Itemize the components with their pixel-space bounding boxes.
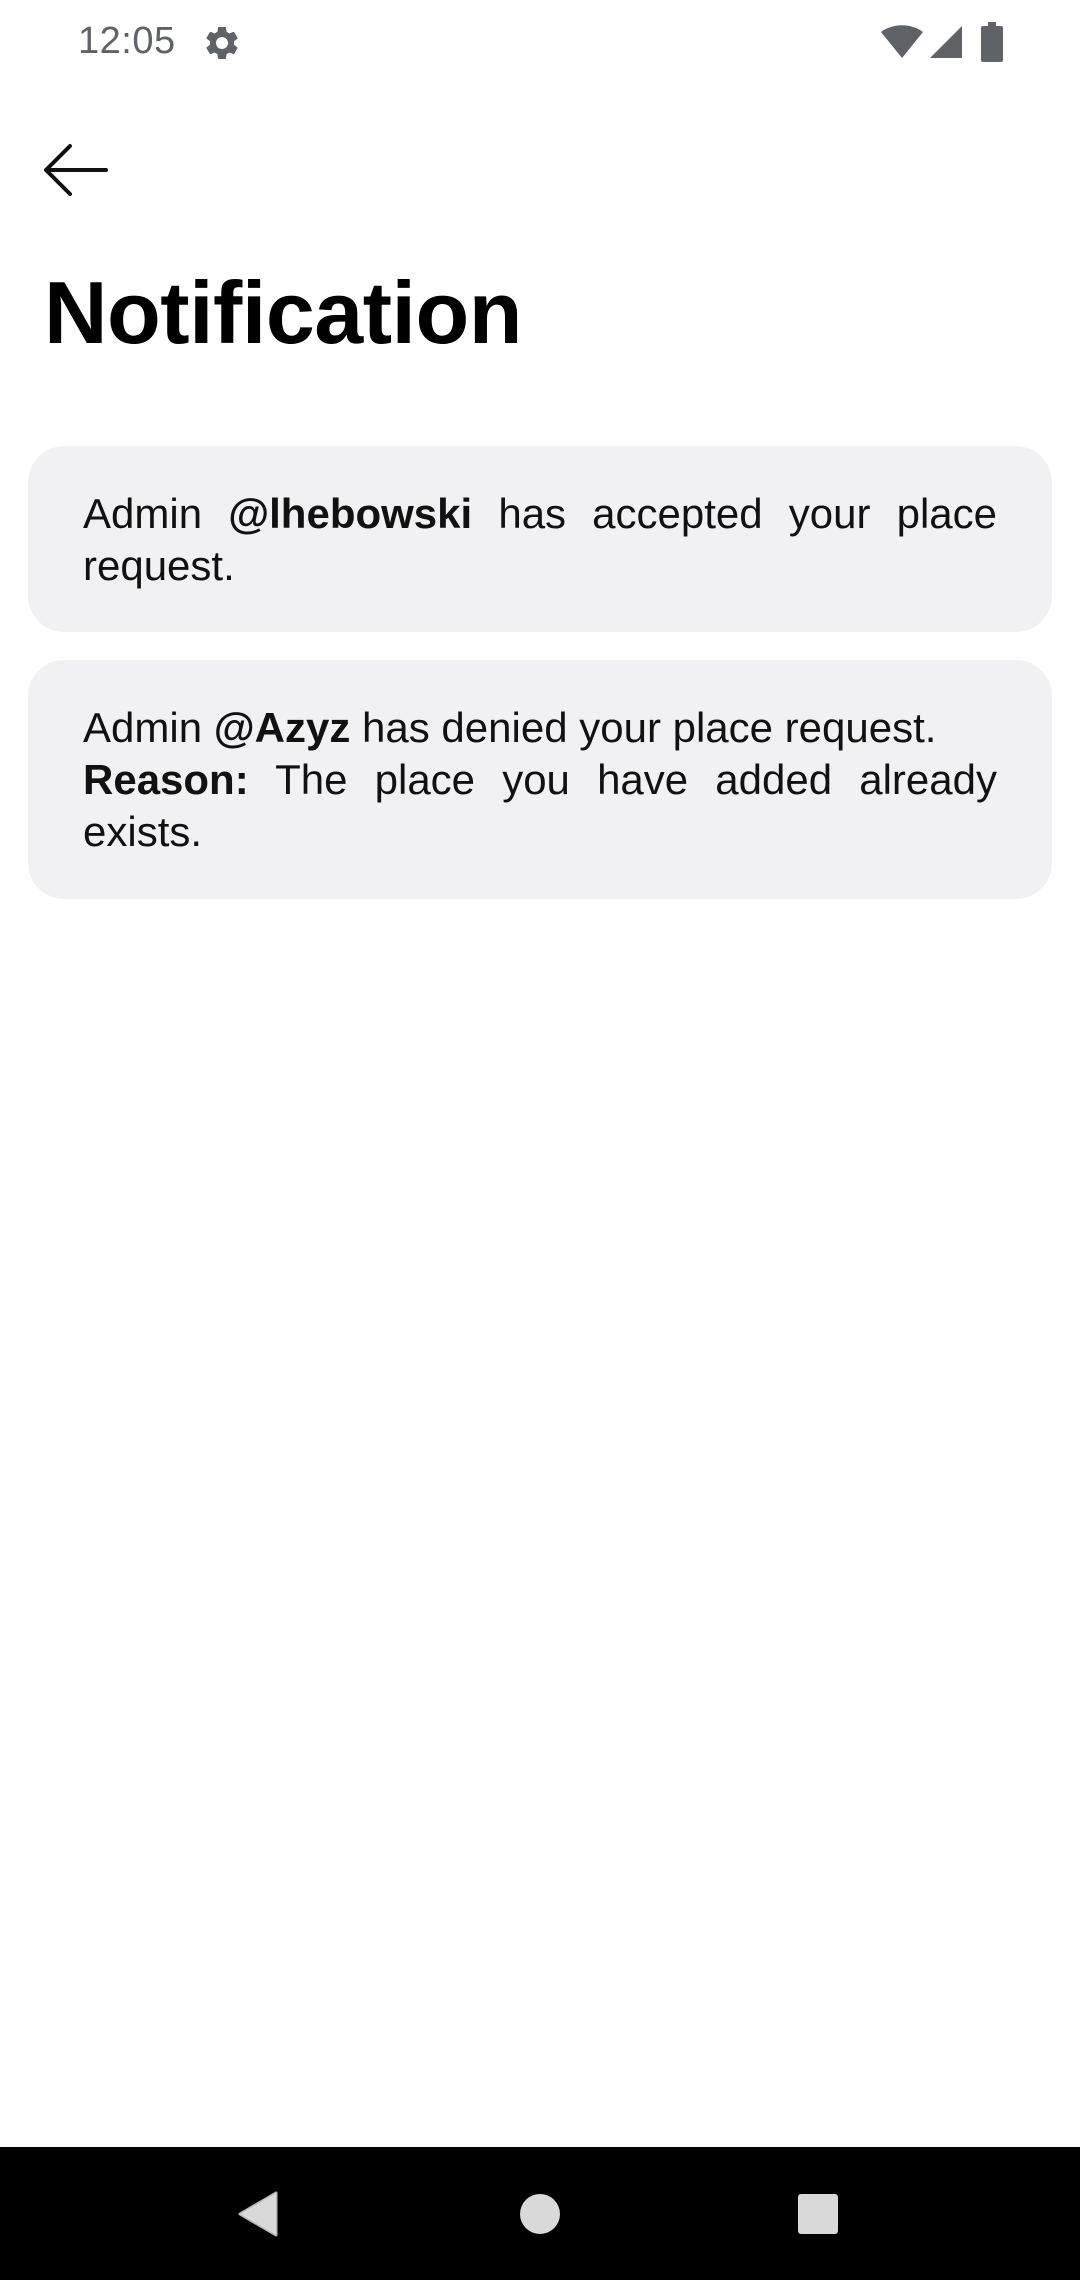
page-title: Notification [44, 263, 522, 362]
back-button[interactable] [30, 130, 120, 210]
square-recents-icon [798, 2193, 838, 2234]
signal-icon [928, 24, 964, 60]
reason-label: Reason: [83, 756, 249, 803]
notification-card[interactable]: Admin @lhebowski has accepted your place… [28, 446, 1052, 632]
notification-screen: 12:05 Notification Admin @lhebowski has … [0, 0, 1080, 2280]
circle-home-icon [520, 2193, 560, 2234]
notification-username: @Azyz [213, 704, 351, 751]
battery-icon [980, 22, 1004, 62]
notification-prefix: Admin [83, 704, 214, 751]
notification-card[interactable]: Admin @Azyz has denied your place reques… [28, 660, 1052, 899]
nav-recents-button[interactable] [758, 2147, 878, 2280]
status-bar: 12:05 [0, 0, 1080, 88]
notification-message: has denied your place request. [350, 704, 937, 751]
system-nav-bar [0, 2147, 1080, 2280]
notification-first-line: Admin @Azyz has denied your place reques… [83, 702, 997, 754]
wifi-icon [880, 24, 924, 60]
status-time: 12:05 [78, 20, 176, 62]
gear-icon [202, 23, 242, 63]
notification-prefix: Admin [83, 490, 229, 537]
notification-username: @lhebowski [228, 490, 473, 537]
arrow-left-icon [44, 144, 108, 196]
triangle-back-icon [238, 2191, 278, 2236]
notification-reason: Reason: The place you have added already… [83, 756, 997, 855]
nav-home-button[interactable] [480, 2147, 600, 2280]
nav-back-button[interactable] [198, 2147, 318, 2280]
